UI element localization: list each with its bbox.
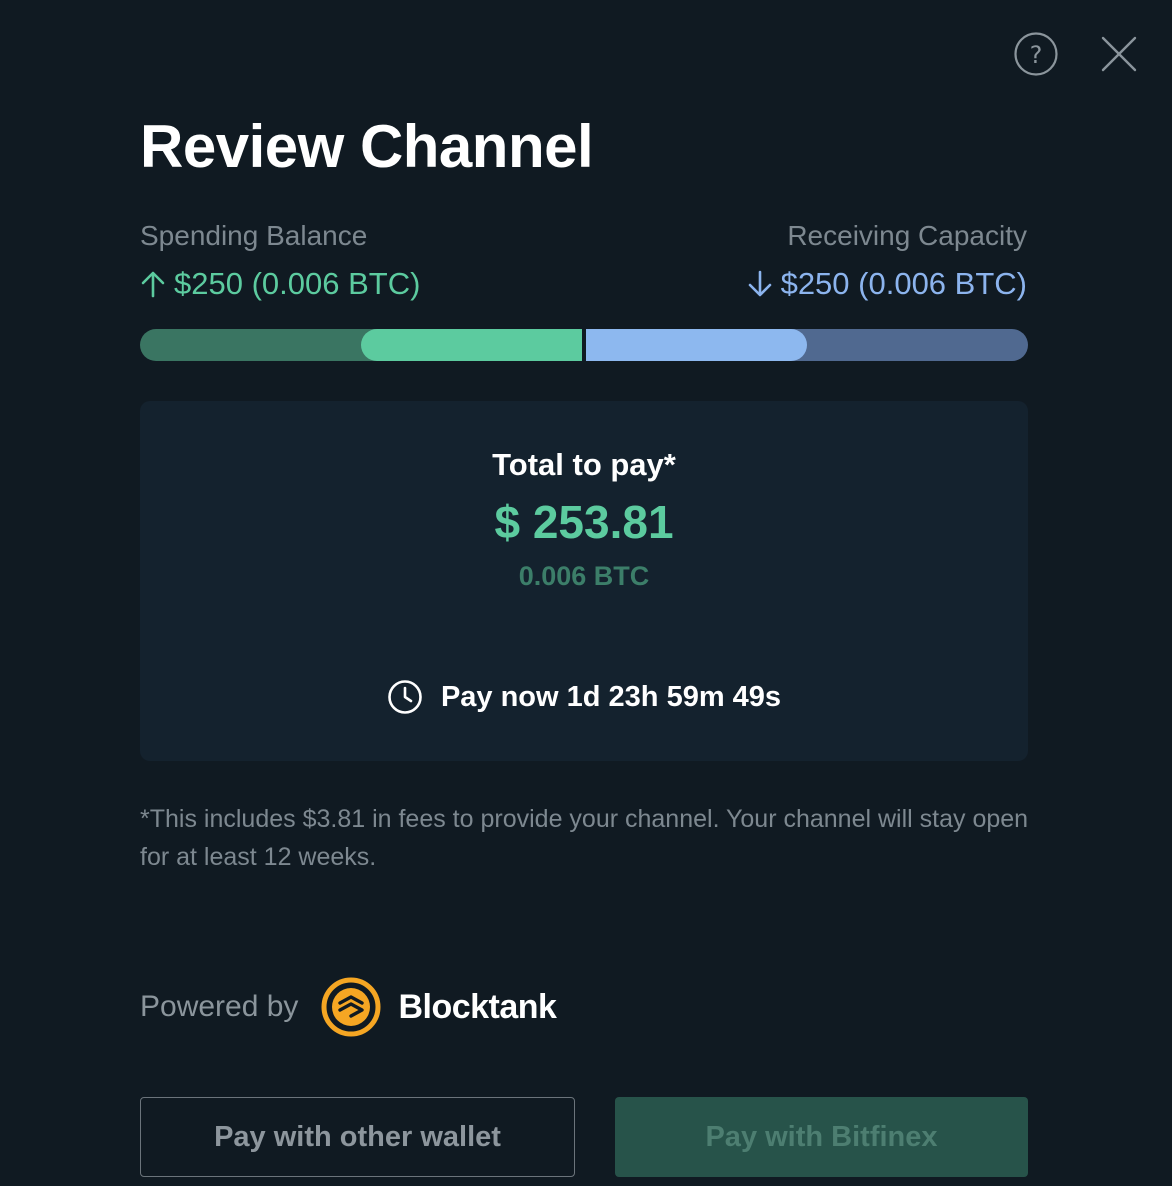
page-title: Review Channel (140, 113, 594, 180)
total-btc-amount: 0.006 BTC (518, 561, 650, 591)
fee-note: *This includes $3.81 in fees to provide … (140, 805, 1029, 871)
help-button[interactable]: ? (1014, 32, 1058, 76)
payment-summary-card: Total to pay* $ 253.81 0.006 BTC Pay now… (140, 401, 1028, 761)
arrow-up-icon (141, 271, 165, 298)
receiving-capacity-amount: $250 (0.006 BTC) (780, 266, 1027, 301)
channel-balance-bar (140, 329, 1028, 361)
spending-balance-amount: $250 (0.006 BTC) (174, 266, 421, 301)
countdown-text: Pay now 1d 23h 59m 49s (440, 680, 782, 713)
review-channel-dialog: ? Review Channel Spending Balance Receiv… (0, 0, 1172, 1186)
total-to-pay-label: Total to pay* (492, 447, 676, 482)
blocktank-logo-icon (321, 977, 381, 1037)
question-circle-icon: ? (1014, 32, 1058, 76)
powered-by-label: Powered by (140, 990, 299, 1023)
arrow-down-icon (748, 270, 771, 297)
receiving-bar-fill (586, 329, 807, 361)
pay-with-bitfinex-button[interactable]: Pay with Bitfinex (615, 1097, 1028, 1177)
clock-icon (388, 680, 422, 714)
blocktank-brand-name: Blocktank (398, 987, 557, 1026)
payment-countdown: Pay now 1d 23h 59m 49s (140, 679, 1028, 715)
close-icon (1101, 36, 1137, 72)
receiving-capacity-label: Receiving Capacity (787, 220, 1027, 251)
total-usd-amount: $ 253.81 (494, 496, 674, 548)
spending-bar-fill (361, 329, 582, 361)
powered-by: Powered by Blocktank (140, 976, 557, 1038)
close-button[interactable] (1099, 34, 1139, 74)
svg-text:?: ? (1030, 41, 1043, 69)
pay-with-other-wallet-button[interactable]: Pay with other wallet (140, 1097, 575, 1177)
spending-balance-value: $250 (0.006 BTC) (140, 266, 420, 302)
receiving-capacity-value: $250 (0.006 BTC) (747, 266, 1027, 302)
spending-balance-label: Spending Balance (140, 220, 368, 251)
